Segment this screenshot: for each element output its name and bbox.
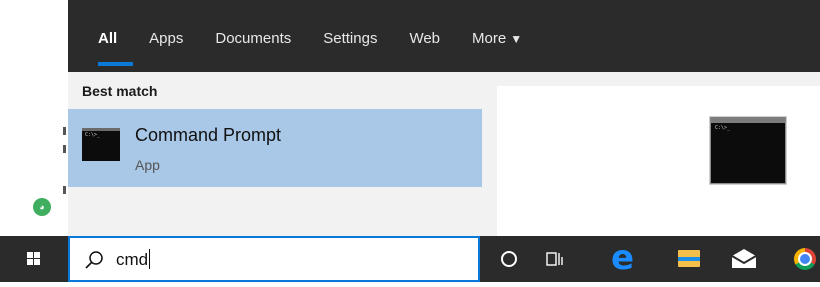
windows-start-icon [27,252,41,266]
tab-label: Settings [323,30,378,47]
best-match-result[interactable]: C:\>_ Command Prompt App [68,109,482,187]
tab-label: Documents [215,30,292,47]
background-bullet [63,186,66,194]
tab-settings[interactable]: Settings [307,28,393,68]
background-document: ◕ [0,0,68,236]
tab-label: Web [409,30,441,47]
edge-button[interactable]: e [602,236,642,282]
chrome-icon [794,248,816,270]
search-icon [85,251,103,269]
search-query: cmd [116,249,151,269]
file-explorer-icon [678,250,700,267]
active-tab-indicator [98,62,134,66]
tab-documents[interactable]: Documents [199,28,307,68]
file-explorer-button[interactable] [666,236,706,282]
section-title: Best match [82,83,158,99]
results-list: Best match C:\>_ Command Prompt App [68,72,482,236]
start-button[interactable] [0,236,68,282]
search-input[interactable]: cmd [68,236,480,282]
command-prompt-icon: C:\>_ [710,117,786,184]
cortana-button[interactable] [490,236,530,282]
cortana-icon [501,251,517,267]
task-view-icon [546,252,563,266]
background-bullet [63,145,66,153]
filter-tabs: All Apps Documents Settings Web More ▼ [68,0,820,72]
tab-web[interactable]: Web [393,28,456,68]
search-panel: All Apps Documents Settings Web More ▼ Be… [68,0,820,236]
caret-down-icon: ▼ [510,32,523,46]
mail-icon [731,249,757,268]
task-view-button[interactable] [536,236,576,282]
result-subtitle: App [135,157,160,173]
tab-label: Apps [149,30,184,47]
result-title: Command Prompt [135,125,282,145]
tab-more[interactable]: More ▼ [456,28,538,68]
mail-button[interactable] [724,236,764,282]
edge-icon: e [611,238,635,278]
preview-pane: C:\>_ [497,86,820,236]
taskbar: cmd e [0,236,820,282]
chrome-button[interactable] [786,236,820,282]
command-prompt-icon: C:\>_ [82,128,120,161]
tab-label: More [472,30,507,47]
tab-apps[interactable]: Apps [133,28,199,68]
tab-label: All [98,30,118,47]
background-bullet [63,127,66,135]
background-avatar-icon: ◕ [33,198,51,216]
tab-all[interactable]: All [68,28,134,68]
